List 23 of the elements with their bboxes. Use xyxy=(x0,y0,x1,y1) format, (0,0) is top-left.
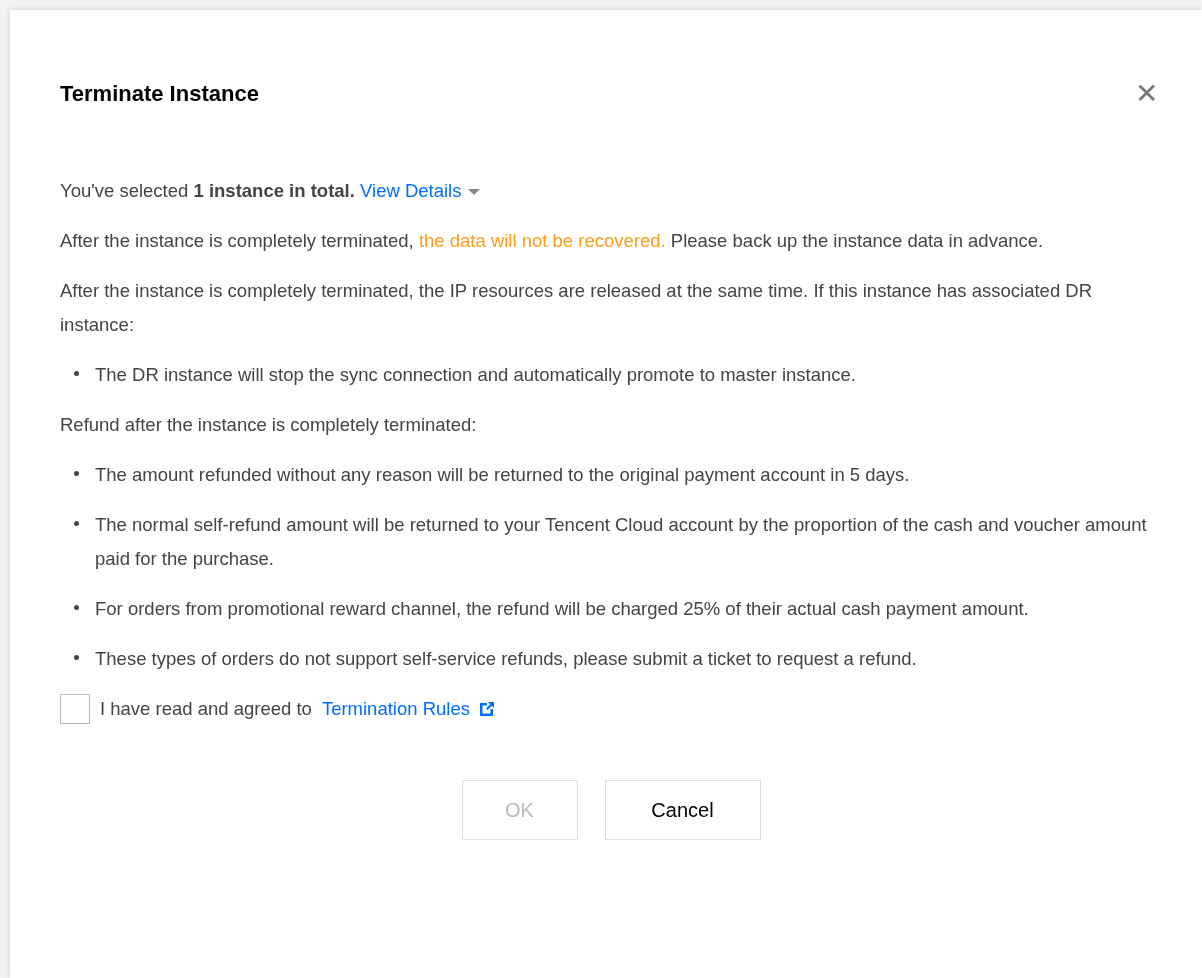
bullet-text: These types of orders do not support self-service refunds, please submit a ticket to request a refund. xyxy=(95,647,917,671)
caret-icon[interactable] xyxy=(467,187,482,198)
bullet-text: The amount refunded without any reason will be returned to the original payment account in 5 days. xyxy=(95,463,910,487)
notice-paragraph: Refund after the instance is completely terminated: xyxy=(60,413,478,437)
close-button[interactable]: ✕ xyxy=(1135,80,1158,108)
agreement-label: I have read and agreed to xyxy=(100,698,312,720)
external-link-icon[interactable] xyxy=(477,700,496,718)
bullet-dot xyxy=(74,470,79,476)
bullet-dot xyxy=(74,604,79,610)
bullet-text: The DR instance will stop the sync connection and automatically promote to master instance. xyxy=(95,363,856,387)
dialog-title: Terminate Instance xyxy=(60,81,259,107)
notice-paragraph: After the instance is completely terminated, the data will not be recovered. Please back up the instance data in advance. xyxy=(60,229,1045,253)
bullet-dot xyxy=(74,520,79,526)
selection-summary: You've selected 1 instance in total. View Details xyxy=(60,174,1162,208)
bullet-dot xyxy=(74,370,79,376)
termination-rules-link[interactable]: Termination Rules xyxy=(321,698,470,720)
view-details-link[interactable]: View Details xyxy=(360,180,462,201)
cancel-button[interactable]: Cancel xyxy=(604,780,761,840)
agreement-checkbox[interactable] xyxy=(60,694,90,724)
notice-paragraph: After the instance is completely terminated, the IP resources are released at the same time. If this instance has associated DR instance: xyxy=(60,279,1094,337)
bullet-text: The normal self-refund amount will be returned to your Tencent Cloud account by the proportion of the cash and voucher amount paid for the purchase. xyxy=(95,513,1148,571)
bullet-dot xyxy=(74,654,79,660)
bullet-text: For orders from promotional reward channel, the refund will be charged 25% of their actual cash payment amount. xyxy=(95,597,1029,621)
